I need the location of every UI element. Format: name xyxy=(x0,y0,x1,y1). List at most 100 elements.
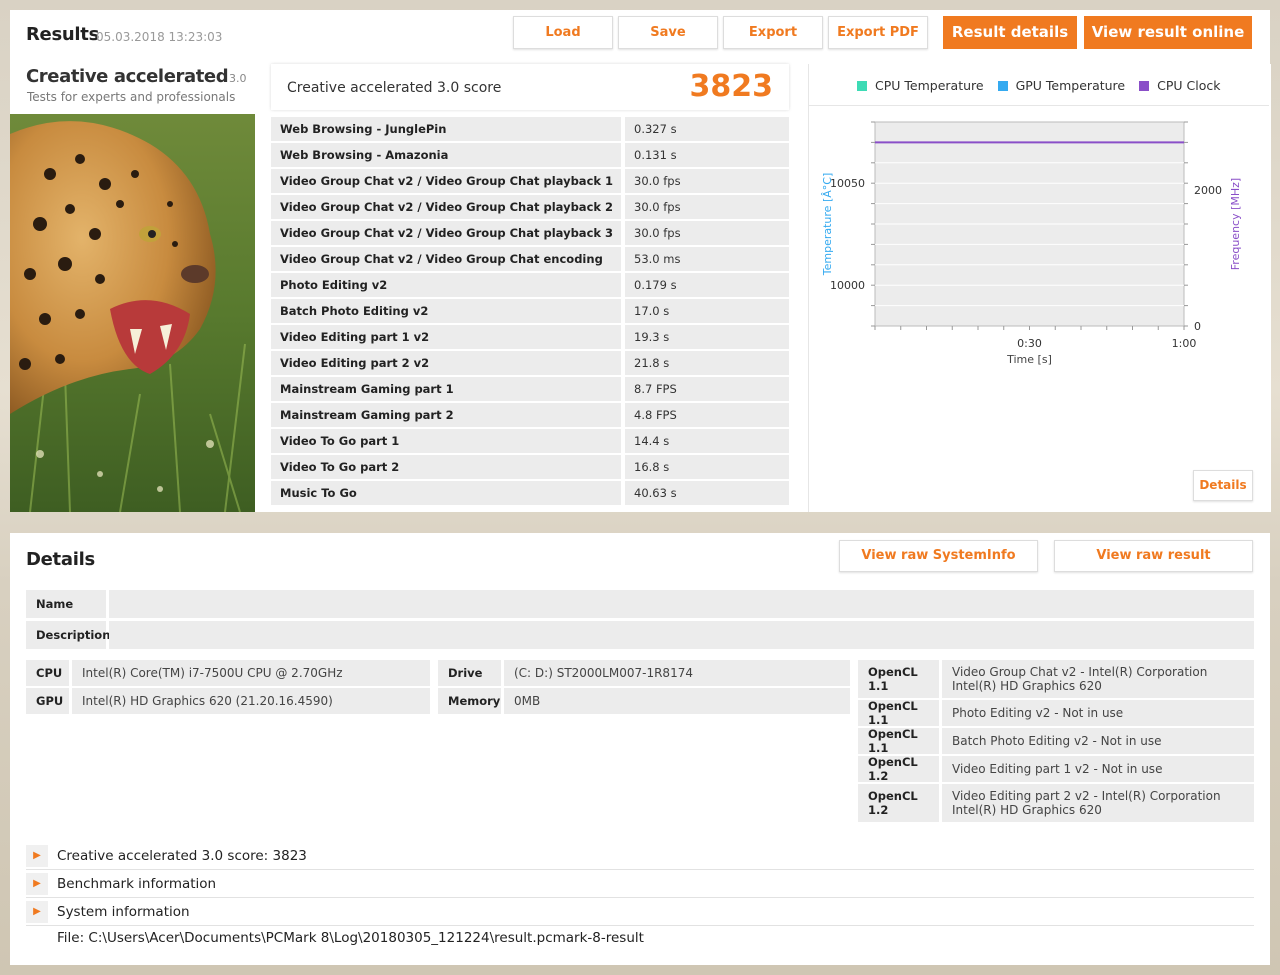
legend-item: GPU Temperature xyxy=(997,78,1126,93)
memory-value: 0MB xyxy=(504,688,850,714)
opencl-value: Batch Photo Editing v2 - Not in use xyxy=(942,728,1254,754)
triangle-right-icon[interactable]: ▶ xyxy=(26,844,48,867)
drive-row: Drive (C: D:) ST2000LM007-1R8174 xyxy=(438,660,850,686)
legend-label: CPU Temperature xyxy=(875,78,984,93)
y-right-tick-label: 2000 xyxy=(1194,184,1222,197)
gpu-label: GPU xyxy=(26,688,69,714)
description-row: Description xyxy=(26,621,1254,649)
memory-row: Memory 0MB xyxy=(438,688,850,714)
save-button[interactable]: Save xyxy=(618,16,718,49)
triangle-right-icon[interactable]: ▶ xyxy=(26,872,48,895)
export-pdf-button[interactable]: Export PDF xyxy=(828,16,928,49)
legend-swatch xyxy=(857,80,867,91)
test-value-cell: 40.63 s xyxy=(625,481,789,505)
description-value xyxy=(109,621,1254,649)
test-name-cell: Mainstream Gaming part 2 xyxy=(271,403,621,427)
test-value-cell: 30.0 fps xyxy=(625,221,789,245)
monitoring-chart-area: CPU Temperature GPU Temperature CPU Clock … xyxy=(808,64,1271,512)
chart-legend: CPU Temperature GPU Temperature CPU Clock xyxy=(857,78,1234,93)
y-right-tick-label: 0 xyxy=(1194,320,1201,333)
y-right-axis-label: Frequency [MHz] xyxy=(1229,178,1242,270)
y-left-tick-label: 10050 xyxy=(830,177,865,190)
test-subtitle: Tests for experts and professionals xyxy=(27,90,236,104)
export-button[interactable]: Export xyxy=(723,16,823,49)
name-value xyxy=(109,590,1254,618)
drive-label: Drive xyxy=(438,660,501,686)
score-box: Creative accelerated 3.0 score 3823 xyxy=(271,64,789,110)
gpu-row: GPU Intel(R) HD Graphics 620 (21.20.16.4… xyxy=(26,688,430,714)
description-label: Description xyxy=(26,621,110,649)
opencl-label: OpenCL 1.1 xyxy=(858,727,939,755)
gpu-value: Intel(R) HD Graphics 620 (21.20.16.4590) xyxy=(72,688,430,714)
test-name-cell: Mainstream Gaming part 1 xyxy=(271,377,621,401)
expander-label: Creative accelerated 3.0 score: 3823 xyxy=(57,847,307,864)
result-details-label: Result details xyxy=(951,23,1069,41)
test-value-cell: 8.7 FPS xyxy=(625,377,789,401)
opencl-row: OpenCL 1.1 Video Group Chat v2 - Intel(R)… xyxy=(858,660,1254,698)
expander-row[interactable]: ▶ System information xyxy=(26,898,1254,926)
triangle-right-icon[interactable]: ▶ xyxy=(26,900,48,923)
legend-item: CPU Temperature xyxy=(857,78,984,93)
expander-row[interactable]: ▶ Benchmark information xyxy=(26,870,1254,898)
table-row: Video Group Chat v2 / Video Group Chat p… xyxy=(271,195,789,238)
result-details-button[interactable]: Result details❯ xyxy=(943,16,1077,75)
table-row: Mainstream Gaming part 1 8.7 FPS xyxy=(271,377,789,401)
result-file-path: File: C:\Users\Acer\Documents\PCMark 8\L… xyxy=(57,930,644,946)
test-value-cell: 17.0 s xyxy=(625,299,789,323)
cpu-row: CPU Intel(R) Core(TM) i7-7500U CPU @ 2.7… xyxy=(26,660,430,686)
test-version: 3.0 xyxy=(229,72,247,85)
opencl-label: OpenCL 1.1 xyxy=(858,660,939,698)
legend-swatch xyxy=(1139,80,1150,91)
table-row: Mainstream Gaming part 2 4.8 FPS xyxy=(271,403,789,427)
view-raw-result-button[interactable]: View raw result xyxy=(1054,540,1253,572)
load-button[interactable]: Load xyxy=(513,16,613,49)
results-panel: Results 05.03.2018 13:23:03 Load Save Ex… xyxy=(10,10,1271,512)
results-date: 05.03.2018 13:23:03 xyxy=(96,30,223,44)
cpu-label: CPU xyxy=(26,660,69,686)
test-name-cell: Batch Photo Editing v2 xyxy=(271,299,621,323)
test-name: Creative accelerated xyxy=(26,66,229,87)
cpu-value: Intel(R) Core(TM) i7-7500U CPU @ 2.70GHz xyxy=(72,660,430,686)
x-tick-label: 1:00 xyxy=(1172,337,1197,350)
opencl-row: OpenCL 1.1 Photo Editing v2 - Not in use xyxy=(858,699,1254,727)
expander-label: Benchmark information xyxy=(57,875,217,892)
score-value: 3823 xyxy=(689,69,774,104)
expander-row[interactable]: ▶ Creative accelerated 3.0 score: 3823 xyxy=(26,842,1254,870)
opencl-value: Photo Editing v2 - Not in use xyxy=(942,700,1254,726)
table-row: Photo Editing v2 0.179 s xyxy=(271,273,789,297)
test-name-cell: Video Group Chat v2 / Video Group Chat p… xyxy=(271,169,621,212)
expander-label: System information xyxy=(57,903,190,920)
view-result-online-button[interactable]: View result online❯ xyxy=(1084,16,1252,75)
table-row: Web Browsing - JunglePin 0.327 s xyxy=(271,117,789,141)
table-row: Video Group Chat v2 / Video Group Chat e… xyxy=(271,247,789,290)
opencl-row: OpenCL 1.2 Video Editing part 2 v2 - Inte… xyxy=(858,784,1254,822)
view-raw-systeminfo-button[interactable]: View raw SystemInfo xyxy=(839,540,1038,572)
monitoring-chart: 0:30 1:00 10000 10050 0 2000 Time [s] Temperatu… xyxy=(821,121,1242,366)
test-value-cell: 0.131 s xyxy=(625,143,789,167)
opencl-value: Video Editing part 1 v2 - Not in use xyxy=(942,756,1254,782)
table-row: Video Group Chat v2 / Video Group Chat p… xyxy=(271,221,789,264)
legend-label: GPU Temperature xyxy=(1015,78,1126,93)
table-row: Video To Go part 2 16.8 s xyxy=(271,455,789,479)
x-axis-label: Time [s] xyxy=(1006,353,1052,366)
opencl-label: OpenCL 1.2 xyxy=(858,784,939,822)
legend-swatch xyxy=(997,80,1008,91)
table-row: Video Editing part 2 v2 21.8 s xyxy=(271,351,789,375)
leopard-image xyxy=(10,114,255,512)
x-tick-label: 0:30 xyxy=(1017,337,1042,350)
test-value-cell: 30.0 fps xyxy=(625,195,789,219)
details-panel: Details View raw SystemInfo View raw res… xyxy=(10,533,1270,965)
test-name-cell: Video Group Chat v2 / Video Group Chat p… xyxy=(271,195,621,238)
drive-value: (C: D:) ST2000LM007-1R8174 xyxy=(504,660,850,686)
test-name-cell: Video To Go part 1 xyxy=(271,429,621,453)
chart-details-button[interactable]: Details xyxy=(1193,470,1253,501)
test-name-cell: Web Browsing - Amazonia xyxy=(271,143,621,167)
test-value-cell: 53.0 ms xyxy=(625,247,789,271)
opencl-label: OpenCL 1.2 xyxy=(858,755,939,783)
memory-label: Memory xyxy=(438,688,501,714)
test-name-cell: Photo Editing v2 xyxy=(271,273,621,297)
y-left-axis-label: Temperature [Â°C] xyxy=(821,173,834,276)
table-row: Video To Go part 1 14.4 s xyxy=(271,429,789,453)
test-value-cell: 0.327 s xyxy=(625,117,789,141)
test-name-cell: Video Editing part 1 v2 xyxy=(271,325,621,349)
